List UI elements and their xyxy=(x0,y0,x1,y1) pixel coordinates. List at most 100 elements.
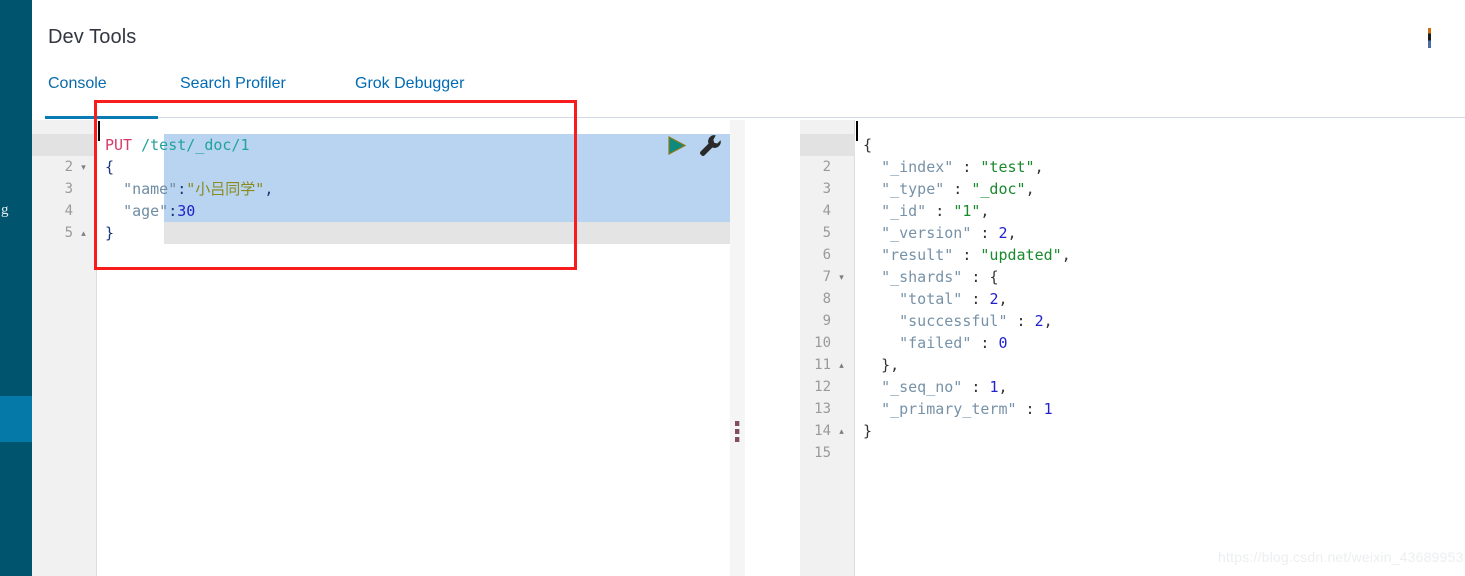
output-line[interactable]: "_type" : "_doc", xyxy=(863,178,1035,200)
output-line-number: 8 xyxy=(822,291,831,307)
splitter-grip-icon[interactable] xyxy=(735,421,740,442)
output-line[interactable]: "_id" : "1", xyxy=(863,200,989,222)
code-token: "_version" xyxy=(881,224,972,242)
output-line[interactable]: "_primary_term" : 1 xyxy=(863,398,1053,420)
code-token: 1 xyxy=(1043,400,1053,418)
pane-splitter[interactable] xyxy=(730,120,745,576)
output-gutter[interactable]: 1▾234567▾891011▴121314▴15 xyxy=(800,120,855,576)
output-line-number: 12 xyxy=(814,379,831,395)
output-line[interactable]: }, xyxy=(863,354,899,376)
code-token: "_seq_no" xyxy=(881,378,963,396)
code-token: "result" xyxy=(881,246,954,264)
code-token: 2 xyxy=(998,224,1008,242)
code-token: "successful" xyxy=(899,312,1008,330)
code-token: , xyxy=(998,378,1008,396)
code-token: 0 xyxy=(998,334,1008,352)
code-token: , xyxy=(980,202,990,220)
tab-search-profiler[interactable]: Search Profiler xyxy=(180,74,286,108)
editor-gutter[interactable]: 12▾345▴ xyxy=(32,120,97,576)
dev-tools-window: g Dev Tools Console Search Profiler Grok D… xyxy=(0,0,1465,576)
output-line[interactable]: "_seq_no" : 1, xyxy=(863,376,1008,398)
selection-highlight xyxy=(164,200,796,222)
code-token: }, xyxy=(881,356,900,374)
output-line[interactable]: { xyxy=(863,134,872,156)
global-nav-label-fragment: g xyxy=(1,202,9,218)
code-token: , xyxy=(1007,224,1017,242)
code-token: , xyxy=(998,290,1008,308)
code-token: : xyxy=(953,246,981,264)
tab-grok-debugger[interactable]: Grok Debugger xyxy=(355,74,464,108)
active-tab-underline xyxy=(45,116,158,119)
code-token: , xyxy=(264,180,274,198)
output-line-number: 15 xyxy=(814,445,831,461)
output-fold-toggle-icon[interactable]: ▾ xyxy=(836,266,847,288)
code-token: "1" xyxy=(953,202,981,220)
request-editor-pane[interactable]: 12▾345▴ PUT /test/_doc/1{ "name":"小吕同学",… xyxy=(32,120,796,576)
code-token: : xyxy=(971,224,999,242)
editor-line[interactable]: "age":30 xyxy=(105,200,195,222)
watermark: https://blog.csdn.net/weixin_43689953 xyxy=(1218,549,1464,565)
output-line[interactable]: "_version" : 2, xyxy=(863,222,1017,244)
editor-line[interactable]: } xyxy=(105,222,114,244)
editor-line-number: 3 xyxy=(64,181,73,197)
code-token: "test" xyxy=(980,158,1035,176)
output-line-number: 5 xyxy=(822,225,831,241)
output-line[interactable]: "total" : 2, xyxy=(863,288,1008,310)
editor-line-number: 2 xyxy=(64,159,73,175)
wrench-icon[interactable] xyxy=(698,133,722,158)
code-token: : xyxy=(1007,312,1035,330)
code-token: "name" xyxy=(123,180,178,198)
output-line[interactable]: "failed" : 0 xyxy=(863,332,1008,354)
editor-line[interactable]: { xyxy=(105,156,114,178)
editor-line[interactable]: "name":"小吕同学", xyxy=(105,178,273,200)
response-output-pane[interactable]: 1▾234567▾891011▴121314▴15 { "_index" : "… xyxy=(745,120,1465,576)
console-area: 12▾345▴ PUT /test/_doc/1{ "name":"小吕同学",… xyxy=(32,120,1465,576)
output-fold-toggle-icon[interactable]: ▴ xyxy=(836,420,847,442)
editor-fold-toggle-icon[interactable]: ▾ xyxy=(78,156,89,178)
global-nav-strip[interactable]: g xyxy=(0,0,32,576)
editor-line[interactable]: PUT /test/_doc/1 xyxy=(105,134,250,156)
code-token: : xyxy=(177,180,187,198)
run-request-button[interactable] xyxy=(666,134,688,158)
code-token: : xyxy=(926,202,954,220)
code-token: "_id" xyxy=(881,202,927,220)
code-token: "updated" xyxy=(980,246,1062,264)
output-line-number: 10 xyxy=(814,335,831,351)
output-line[interactable]: "_shards" : { xyxy=(863,266,998,288)
code-token: "age" xyxy=(123,202,169,220)
code-token: 30 xyxy=(177,202,196,220)
output-line[interactable]: "successful" : 2, xyxy=(863,310,1053,332)
editor-line-number: 5 xyxy=(64,225,73,241)
output-fold-toggle-icon[interactable]: ▴ xyxy=(836,354,847,376)
editor-fold-toggle-icon[interactable]: ▴ xyxy=(78,222,89,244)
code-token: "_primary_term" xyxy=(881,400,1017,418)
tab-console[interactable]: Console xyxy=(48,74,107,108)
code-token: : xyxy=(953,158,981,176)
output-line[interactable]: } xyxy=(863,420,872,442)
output-active-line-gutter xyxy=(800,134,855,156)
page-title: Dev Tools xyxy=(48,26,137,48)
code-token: , xyxy=(1043,312,1053,330)
editor-active-line-gutter xyxy=(32,134,97,156)
code-token: { xyxy=(863,136,873,154)
output-line[interactable]: "_index" : "test", xyxy=(863,156,1044,178)
output-code[interactable]: { "_index" : "test", "_type" : "_doc", "… xyxy=(856,120,1465,576)
code-token: PUT xyxy=(105,136,142,154)
selection-highlight xyxy=(164,222,796,244)
output-line[interactable]: "result" : "updated", xyxy=(863,244,1071,266)
code-token: { xyxy=(105,158,115,176)
selection-highlight xyxy=(164,156,796,178)
editor-code[interactable]: PUT /test/_doc/1{ "name":"小吕同学", "age":3… xyxy=(98,120,796,576)
global-nav-active-item[interactable] xyxy=(0,396,32,442)
code-token: } xyxy=(105,224,115,242)
code-token: : xyxy=(962,290,990,308)
